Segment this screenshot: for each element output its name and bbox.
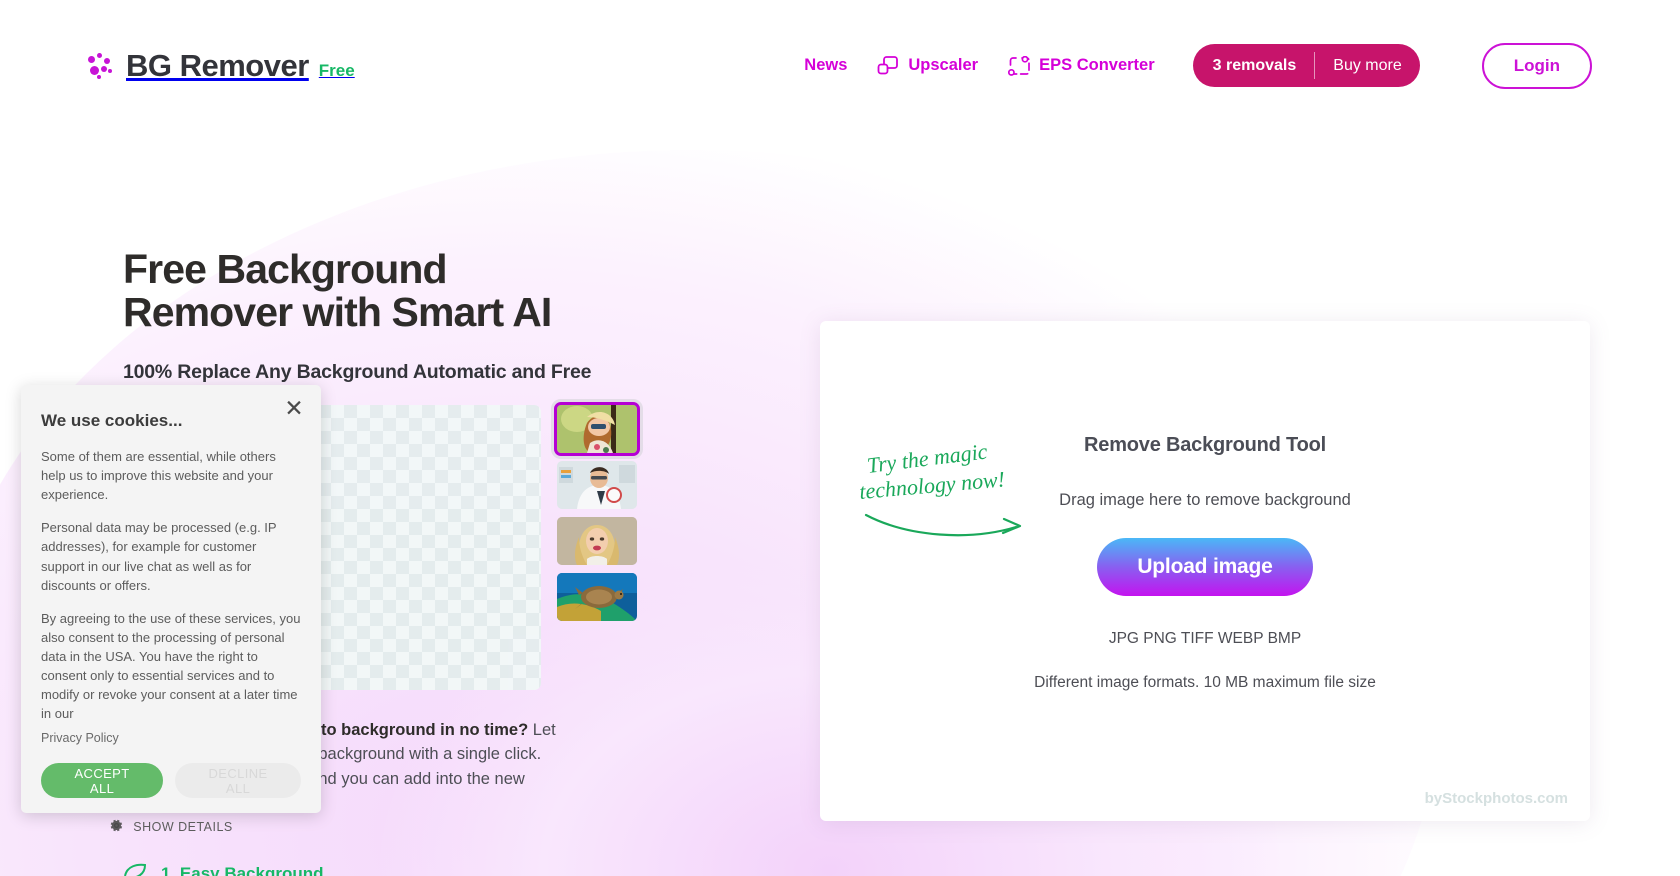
nav-item-eps-converter[interactable]: EPS Converter: [1008, 55, 1155, 76]
drag-hint-text: Drag image here to remove background: [1059, 491, 1351, 509]
nav-item-news[interactable]: News: [804, 56, 847, 75]
magic-note-annotation: Try the magic technology now!: [858, 438, 1040, 556]
upscaler-icon: [877, 55, 899, 76]
hero-subtitle: 100% Replace Any Background Automatic an…: [123, 360, 592, 383]
file-size-note: Different image formats. 10 MB maximum f…: [1034, 674, 1376, 691]
nav-item-label: EPS Converter: [1039, 56, 1155, 74]
thumbnail-blonde-woman-portrait[interactable]: [557, 517, 637, 565]
brand-badge-free: Free: [318, 60, 355, 80]
nav-item-upscaler[interactable]: Upscaler: [877, 55, 979, 76]
thumbnail-woman-hat-sunglasses[interactable]: [554, 402, 640, 456]
upload-card-title: Remove Background Tool: [1084, 434, 1326, 456]
cookie-paragraph-1: Some of them are essential, while others…: [41, 449, 276, 503]
thumbnail-list: [554, 402, 640, 690]
brand-name: BG Remover: [126, 47, 309, 83]
show-details-button[interactable]: SHOW DETAILS: [41, 818, 301, 836]
page-title: Free Background Remover with Smart AI: [123, 246, 552, 336]
feature-item-easy-background: 1. Easy Background: [123, 862, 324, 876]
nav-item-label: News: [804, 56, 848, 74]
brand-logo[interactable]: BG Remover Free: [88, 48, 355, 84]
accept-all-button[interactable]: ACCEPT ALL: [41, 763, 164, 799]
credits-pill[interactable]: 3 removals Buy more: [1192, 44, 1420, 87]
cookie-paragraph-3: By agreeing to the use of these services…: [41, 610, 301, 722]
nav-item-label: Upscaler: [908, 56, 979, 74]
leaf-icon: [123, 862, 149, 876]
dots-logo-icon: [88, 52, 114, 79]
thumbnail-dentist-with-model[interactable]: [557, 461, 637, 509]
thumbnail-sea-turtle-reef[interactable]: [557, 573, 637, 621]
cookie-banner-title: We use cookies...: [41, 411, 183, 430]
cookie-consent-banner: ✕ We use cookies... Some of them are ess…: [21, 385, 321, 834]
page-root: BG Remover Free News Upscaler EPS Conver…: [0, 0, 1680, 876]
main-navigation: News Upscaler EPS Converter 3 removals B…: [804, 42, 1592, 89]
upload-card[interactable]: Try the magic technology now! Remove Bac…: [820, 321, 1590, 821]
cookie-paragraph-2: Personal data may be processed (e.g. IP …: [41, 520, 277, 593]
site-header: BG Remover Free News Upscaler EPS Conver…: [0, 0, 1680, 131]
login-button[interactable]: Login: [1481, 42, 1592, 89]
supported-formats-text: JPG PNG TIFF WEBP BMP: [1108, 630, 1302, 647]
buy-more-button[interactable]: Buy more: [1315, 44, 1419, 87]
close-icon[interactable]: ✕: [281, 395, 307, 421]
credits-count: 3 removals: [1212, 56, 1297, 74]
privacy-policy-link[interactable]: Privacy Policy: [41, 731, 301, 745]
decline-all-button[interactable]: DECLINE ALL: [175, 763, 301, 799]
eps-converter-icon: [1008, 55, 1030, 76]
hero-section: Free Background Remover with Smart AI 10…: [123, 246, 743, 384]
upload-image-button[interactable]: Upload image: [1097, 538, 1313, 596]
feature-label: 1. Easy Background: [161, 863, 324, 876]
watermark: byStockphotos.com: [1424, 790, 1568, 807]
gear-icon: [109, 818, 124, 836]
cookie-actions: ACCEPT ALL DECLINE ALL: [41, 763, 301, 799]
show-details-label: SHOW DETAILS: [133, 820, 233, 835]
